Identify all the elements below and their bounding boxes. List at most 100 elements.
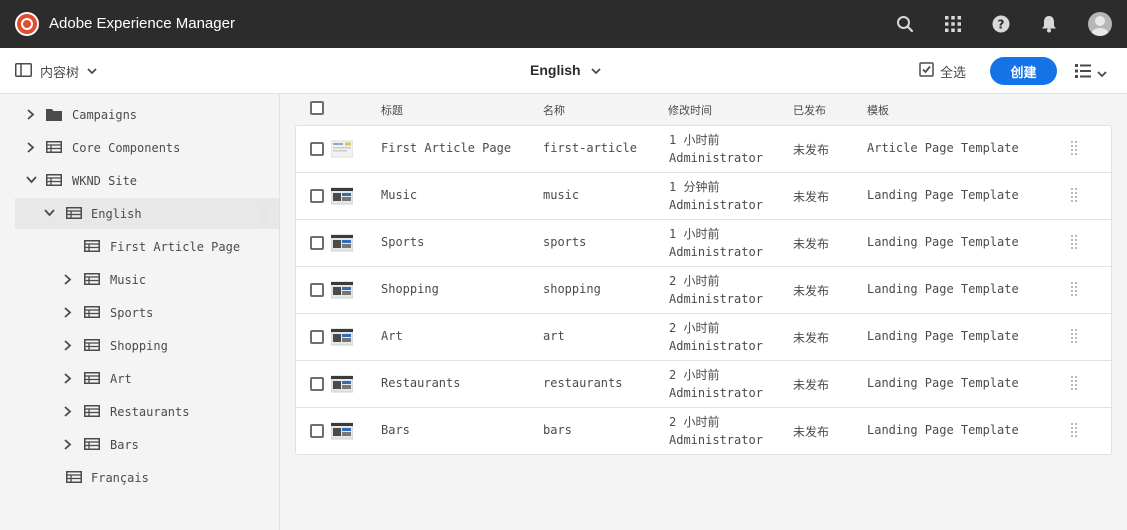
- tree-item-label: Restaurants: [110, 404, 190, 419]
- help-icon[interactable]: ?: [990, 13, 1012, 35]
- row-checkbox[interactable]: [310, 189, 324, 203]
- column-published-header[interactable]: 已发布: [793, 102, 826, 118]
- tree-item[interactable]: Campaigns: [15, 99, 279, 130]
- select-all-button[interactable]: 全选: [919, 62, 966, 81]
- table-row[interactable]: Sports sports 1 小时前 Administrator 未发布 Landing…: [296, 220, 1111, 267]
- column-template-header[interactable]: 模板: [867, 102, 889, 118]
- row-title: Bars: [381, 423, 410, 437]
- row-checkbox[interactable]: [310, 377, 324, 391]
- page-thumbnail: [330, 327, 354, 347]
- tree-item[interactable]: Music: [15, 264, 279, 295]
- row-published-status: 未发布: [793, 378, 830, 392]
- row-published-status: 未发布: [793, 190, 830, 204]
- page-icon: [84, 372, 100, 384]
- tree-item[interactable]: Sports: [15, 297, 279, 328]
- row-template: Landing Page Template: [867, 282, 1019, 296]
- content-tree-rail: Campaigns Core Components WKND Site English…: [0, 94, 280, 530]
- page-icon: [84, 405, 100, 417]
- page-icon: [46, 174, 62, 186]
- apps-icon[interactable]: [942, 13, 964, 35]
- search-icon[interactable]: [894, 13, 916, 35]
- chevron-right-icon[interactable]: [25, 108, 37, 120]
- drag-handle-icon[interactable]: [1071, 376, 1077, 392]
- bell-icon[interactable]: [1038, 13, 1060, 35]
- tree-item[interactable]: Core Components: [15, 132, 279, 163]
- row-modified-by: Administrator: [669, 151, 763, 165]
- chevron-right-icon[interactable]: [62, 405, 74, 417]
- tree-item[interactable]: Bars: [15, 429, 279, 460]
- table-header: 标题 名称 修改时间 已发布 模板: [295, 94, 1112, 124]
- row-modified-by: Administrator: [669, 339, 763, 353]
- row-modified-by: Administrator: [669, 198, 763, 212]
- row-template: Landing Page Template: [867, 423, 1019, 437]
- chevron-right-icon[interactable]: [25, 141, 37, 153]
- shell-header: Adobe Experience Manager ?: [0, 0, 1127, 48]
- table-row[interactable]: Shopping shopping 2 小时前 Administrator 未发布 Lan…: [296, 267, 1111, 314]
- rail-scrollbar[interactable]: [262, 204, 268, 228]
- chevron-down-icon[interactable]: [43, 207, 55, 219]
- chevron-right-icon[interactable]: [62, 438, 74, 450]
- row-checkbox[interactable]: [310, 424, 324, 438]
- avatar[interactable]: [1088, 12, 1112, 36]
- rail-toggle-button[interactable]: 内容树: [15, 62, 97, 81]
- tree-item[interactable]: Français: [15, 462, 279, 493]
- drag-handle-icon[interactable]: [1071, 235, 1077, 251]
- header-checkbox[interactable]: [310, 101, 324, 115]
- tree-item-label: Campaigns: [72, 107, 138, 122]
- column-title-header[interactable]: 标题: [381, 102, 403, 118]
- chevron-right-icon[interactable]: [62, 306, 74, 318]
- column-name-header[interactable]: 名称: [543, 102, 565, 118]
- table-row[interactable]: Art art 2 小时前 Administrator 未发布 Landing Page …: [296, 314, 1111, 361]
- chevron-down-icon: [1097, 63, 1107, 82]
- row-checkbox[interactable]: [310, 142, 324, 156]
- chevron-right-icon[interactable]: [62, 372, 74, 384]
- tree-item[interactable]: First Article Page: [15, 231, 279, 262]
- chevron-right-icon[interactable]: [62, 339, 74, 351]
- tree-item[interactable]: Restaurants: [15, 396, 279, 427]
- row-modified-by: Administrator: [669, 292, 763, 306]
- table-row[interactable]: Music music 1 分钟前 Administrator 未发布 Landing P…: [296, 173, 1111, 220]
- tree-item-label: First Article Page: [110, 239, 241, 254]
- tree-item-label: Music: [110, 272, 147, 287]
- app-title[interactable]: Adobe Experience Manager: [49, 15, 235, 32]
- drag-handle-icon[interactable]: [1071, 282, 1077, 298]
- table-row[interactable]: First Article Page first-article 1 小时前 Admi…: [296, 126, 1111, 173]
- view-switcher-button[interactable]: [1075, 63, 1107, 82]
- row-modified-time: 2 小时前: [669, 274, 720, 288]
- drag-handle-icon[interactable]: [1071, 423, 1077, 439]
- row-published-status: 未发布: [793, 425, 830, 439]
- row-modified-time: 2 小时前: [669, 368, 720, 382]
- page-icon: [46, 141, 62, 153]
- row-checkbox[interactable]: [310, 283, 324, 297]
- drag-handle-icon[interactable]: [1071, 188, 1077, 204]
- breadcrumb[interactable]: English: [530, 62, 601, 78]
- aem-logo-icon[interactable]: [15, 12, 39, 36]
- tree-item[interactable]: Shopping: [15, 330, 279, 361]
- row-template: Article Page Template: [867, 141, 1019, 155]
- tree-item-label: Français: [91, 470, 149, 485]
- row-checkbox[interactable]: [310, 236, 324, 250]
- row-title: Shopping: [381, 282, 439, 296]
- row-checkbox[interactable]: [310, 330, 324, 344]
- tree-item-label: WKND Site: [72, 173, 138, 188]
- row-name: music: [543, 188, 580, 202]
- drag-handle-icon[interactable]: [1071, 329, 1077, 345]
- select-all-icon: [919, 62, 934, 81]
- drag-handle-icon[interactable]: [1071, 141, 1077, 157]
- tree-item[interactable]: English: [15, 198, 279, 229]
- chevron-right-icon[interactable]: [62, 273, 74, 285]
- column-modified-header[interactable]: 修改时间: [668, 102, 712, 118]
- tree-item[interactable]: Art: [15, 363, 279, 394]
- table-row[interactable]: Restaurants restaurants 2 小时前 Administrator…: [296, 361, 1111, 408]
- page-thumbnail: [330, 233, 354, 253]
- rail-toggle-label: 内容树: [40, 66, 80, 81]
- row-title: Music: [381, 188, 418, 202]
- page-thumbnail: [330, 139, 354, 159]
- table-row[interactable]: Bars bars 2 小时前 Administrator 未发布 Landing Pag…: [296, 408, 1111, 455]
- create-button[interactable]: 创建: [990, 57, 1057, 85]
- tree-item-label: Core Components: [72, 140, 181, 155]
- page-icon: [84, 438, 100, 450]
- chevron-down-icon[interactable]: [25, 174, 37, 186]
- row-name: art: [543, 329, 565, 343]
- tree-item[interactable]: WKND Site: [15, 165, 279, 196]
